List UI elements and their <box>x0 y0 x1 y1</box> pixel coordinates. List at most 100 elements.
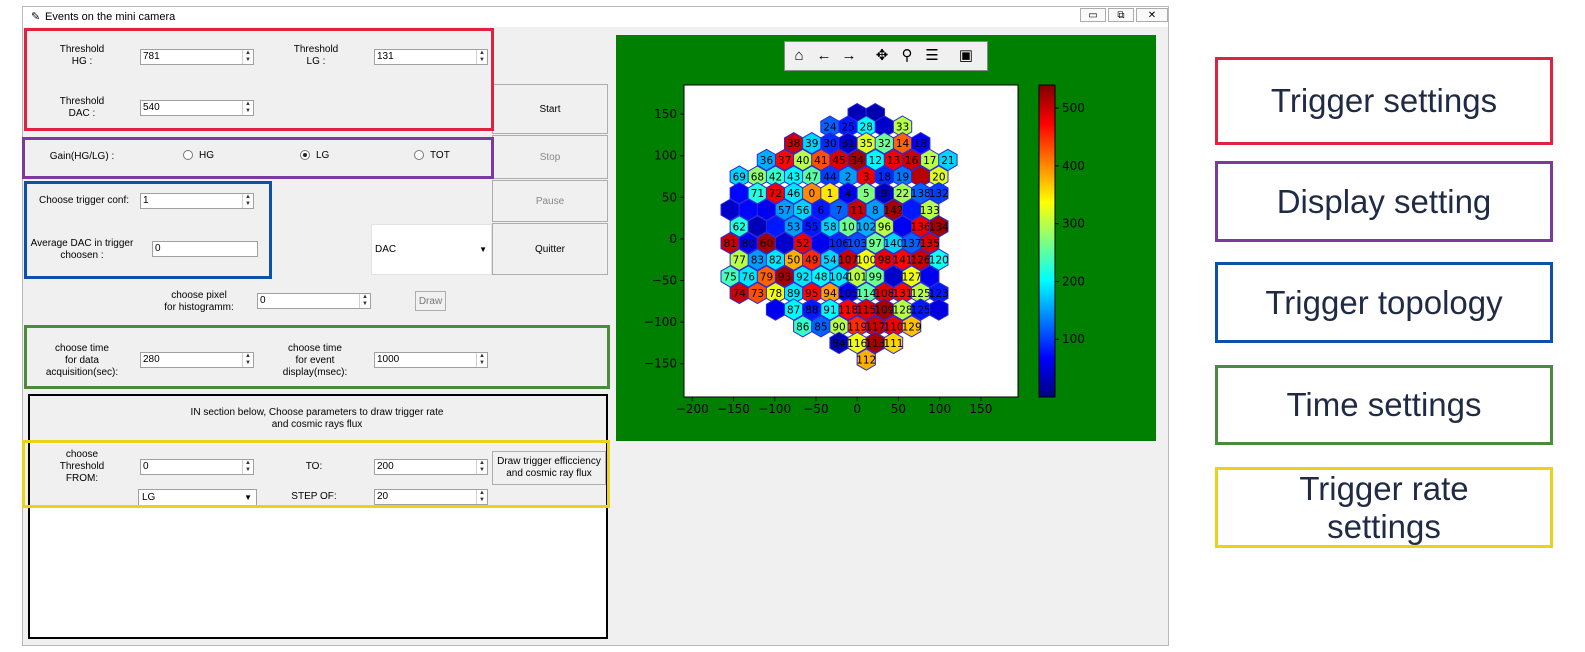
pixel-number-label: 17 <box>923 155 936 167</box>
pixel-number-label: 39 <box>805 138 818 150</box>
pixel-number-label: 90 <box>832 321 845 333</box>
pixel-number-label: 6 <box>818 205 825 217</box>
pixel-number-label: 95 <box>805 288 818 300</box>
pixel-number-label: 30 <box>823 138 836 150</box>
pixel-number-label: 41 <box>814 155 827 167</box>
pixel-number-label: 4 <box>845 188 852 200</box>
x-tick-label: −150 <box>717 402 750 416</box>
pixel-number-label: 1 <box>827 188 834 200</box>
pixel-number-label: 33 <box>896 122 909 134</box>
pixel-number-label: 21 <box>941 155 954 167</box>
pixel-number-label: 35 <box>860 138 873 150</box>
x-tick-label: 100 <box>928 402 951 416</box>
pixel-number-label: 58 <box>823 221 836 233</box>
y-tick-label: −100 <box>644 315 677 329</box>
pixel-number-label: 56 <box>796 205 810 217</box>
dac-mode-dropdown[interactable]: DAC ▼ <box>371 224 492 275</box>
pixel-number-label: 127 <box>902 271 922 283</box>
pixel-number-label: 60 <box>760 238 773 250</box>
pixel-number-label: 102 <box>856 221 876 233</box>
pixel-number-label: 75 <box>723 271 736 283</box>
pixel-number-label: 44 <box>823 172 837 184</box>
pixel-number-label: 28 <box>860 122 873 134</box>
legend-label: Time settings <box>1286 386 1482 424</box>
pixel-number-label: 62 <box>733 221 746 233</box>
y-tick-label: 100 <box>654 149 677 163</box>
pixel-number-label: 115 <box>856 305 876 317</box>
pixel-number-label: 55 <box>805 221 818 233</box>
pixel-number-label: 18 <box>914 138 927 150</box>
pixel-number-label: 7 <box>836 205 843 217</box>
histogram-pixel-label: choose pixel for histogramm: <box>164 290 234 313</box>
quit-button[interactable]: Quitter <box>492 223 608 275</box>
minimize-button[interactable]: ▭ <box>1080 8 1106 22</box>
trigger-settings-frame <box>24 28 494 131</box>
stop-button[interactable]: Stop <box>492 135 608 179</box>
colorbar-tick-label: 300 <box>1062 217 1085 231</box>
pixel-number-label: 107 <box>838 255 858 267</box>
pixel-number-label: 103 <box>847 238 867 250</box>
pixel-number-label: 76 <box>742 271 756 283</box>
y-tick-label: −150 <box>644 357 677 371</box>
pixel-number-label: 108 <box>874 288 894 300</box>
spinbox-arrows-icon[interactable]: ▲ ▼ <box>359 294 370 308</box>
chevron-down-icon: ▼ <box>479 245 487 254</box>
x-tick-label: 150 <box>969 402 992 416</box>
pixel-number-label: 135 <box>920 238 940 250</box>
start-button[interactable]: Start <box>492 84 608 134</box>
pixel-number-label: 36 <box>760 155 774 167</box>
pixel-number-label: 9 <box>881 188 888 200</box>
pixel-number-label: 54 <box>823 255 837 267</box>
pixel-number-label: 19 <box>896 172 909 184</box>
pixel-number-label: 80 <box>742 238 755 250</box>
pixel-number-label: 112 <box>856 355 876 367</box>
pixel-number-label: 71 <box>751 188 764 200</box>
pixel-number-label: 16 <box>905 155 919 167</box>
draw-histogram-button[interactable]: Draw <box>415 291 446 311</box>
window-title: Events on the mini camera <box>45 11 176 23</box>
pixel-number-label: 50 <box>787 255 800 267</box>
y-tick-label: 0 <box>669 232 677 246</box>
pixel-number-label: 13 <box>887 155 900 167</box>
pixel-number-label: 53 <box>787 221 800 233</box>
pixel-number-label: 117 <box>865 321 885 333</box>
pixel-number-label: 138 <box>911 188 931 200</box>
trigger-topology-frame <box>24 181 272 279</box>
colorbar-tick-label: 500 <box>1062 101 1085 115</box>
pixel-number-label: 131 <box>893 288 913 300</box>
pixel-number-label: 32 <box>878 138 891 150</box>
pixel-number-label: 87 <box>787 305 800 317</box>
maximize-button[interactable]: ⧉ <box>1108 8 1134 22</box>
camera-pixel-hex <box>929 298 949 321</box>
pixel-number-label: 46 <box>787 188 801 200</box>
pixel-number-label: 11 <box>850 205 863 217</box>
y-tick-label: 50 <box>662 190 677 204</box>
pixel-number-label: 118 <box>838 305 858 317</box>
histogram-pixel-value: 0 <box>260 295 266 306</box>
pixel-number-label: 120 <box>929 255 949 267</box>
pixel-number-label: 8 <box>872 205 879 217</box>
pixel-number-label: 77 <box>733 255 746 267</box>
pixel-number-label: 141 <box>893 255 913 267</box>
display-setting-frame <box>22 137 494 179</box>
histogram-pixel-spinbox[interactable]: 0 ▲ ▼ <box>257 293 371 309</box>
x-tick-label: −200 <box>676 402 709 416</box>
colorbar <box>1038 84 1056 398</box>
y-tick-label: 150 <box>654 107 677 121</box>
trigger-rate-settings-frame <box>22 440 610 508</box>
pixel-number-label: 101 <box>847 271 867 283</box>
pixel-number-label: 94 <box>823 288 837 300</box>
pause-button[interactable]: Pause <box>492 180 608 222</box>
dac-mode-value: DAC <box>375 244 397 255</box>
close-button[interactable]: ✕ <box>1136 8 1168 22</box>
pixel-number-label: 38 <box>787 138 800 150</box>
pixel-number-label: 119 <box>847 321 867 333</box>
pixel-number-label: 0 <box>808 188 815 200</box>
legend-label: Display setting <box>1276 182 1492 220</box>
title-bar: ✎ Events on the mini camera ▭ ⧉ ✕ <box>23 7 1168 27</box>
pixel-number-label: 24 <box>823 122 837 134</box>
pixel-number-label: 47 <box>805 172 818 184</box>
pixel-number-label: 137 <box>902 238 922 250</box>
pixel-number-label: 72 <box>769 188 782 200</box>
feather-icon: ✎ <box>31 11 41 23</box>
